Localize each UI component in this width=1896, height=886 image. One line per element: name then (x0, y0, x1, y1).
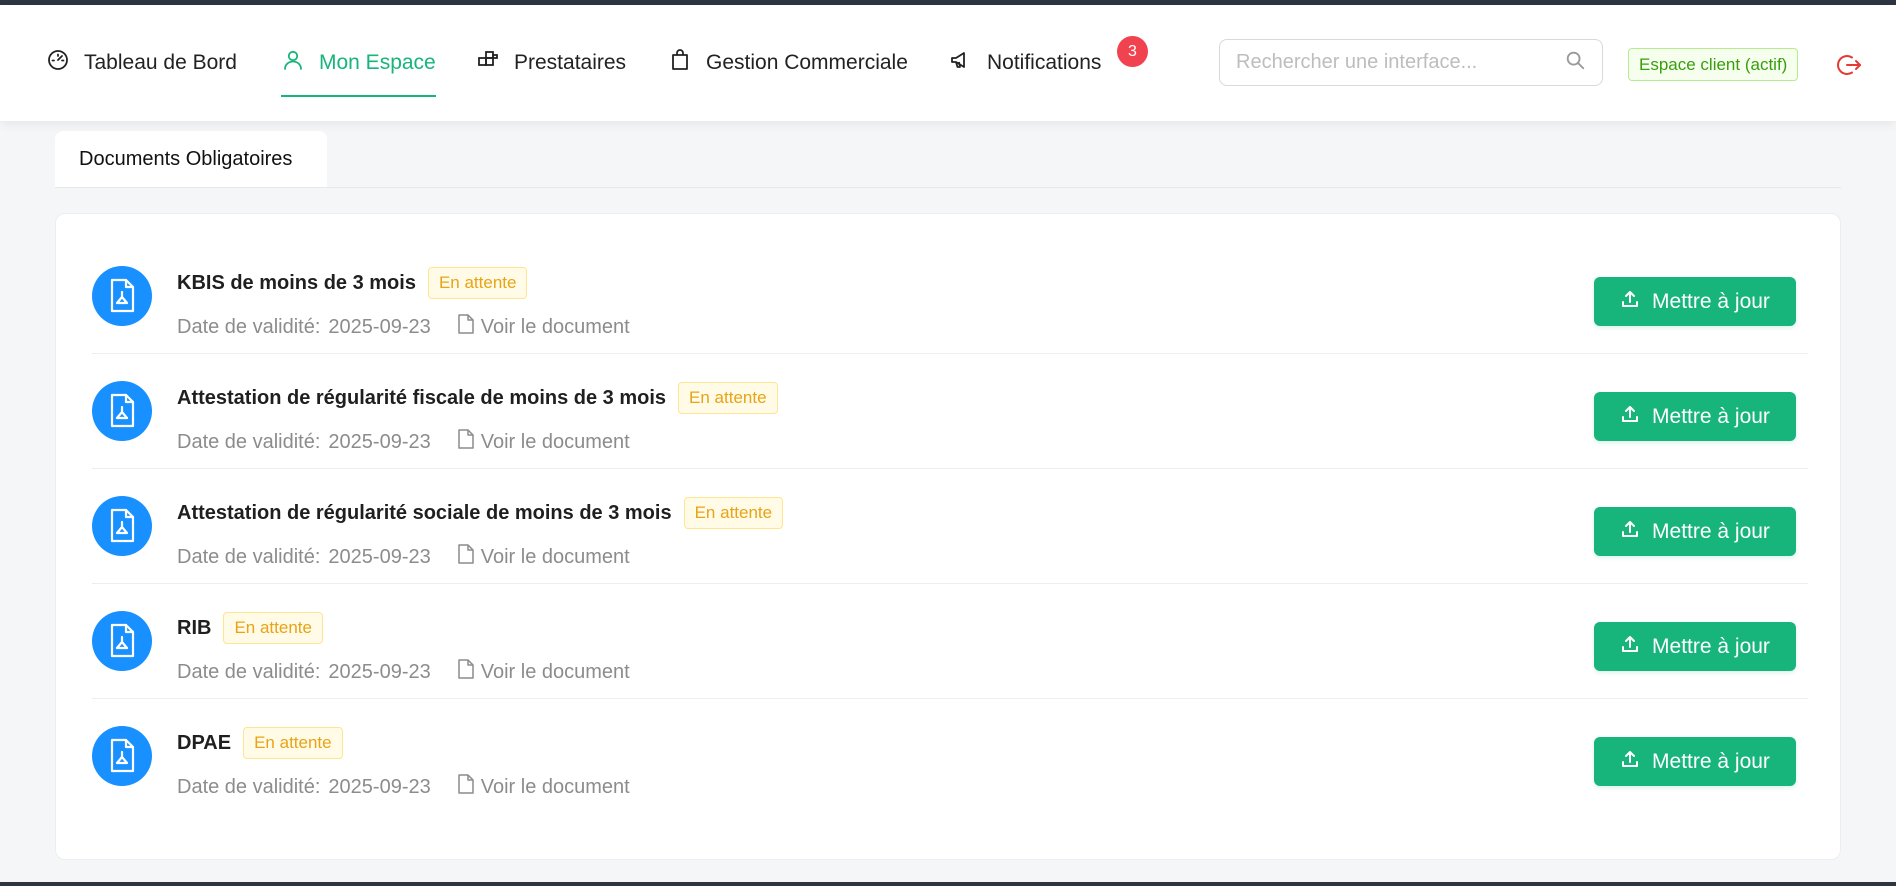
nav-label: Prestataires (514, 51, 627, 74)
update-document-button[interactable]: Mettre à jour (1594, 277, 1796, 326)
document-row: KBIS de moins de 3 mois En attente Date … (92, 239, 1808, 354)
view-document-label: Voir le document (480, 315, 630, 338)
update-label: Mettre à jour (1652, 749, 1770, 773)
pdf-file-icon (92, 496, 152, 556)
upload-icon (1620, 289, 1640, 315)
validity-date-value: 2025-09-23 (328, 660, 431, 683)
file-icon (457, 544, 475, 570)
nav-label: Mon Espace (319, 51, 436, 74)
view-document-label: Voir le document (480, 430, 630, 453)
update-label: Mettre à jour (1652, 634, 1770, 658)
update-document-button[interactable]: Mettre à jour (1594, 622, 1796, 671)
view-document-link[interactable]: Voir le document (457, 429, 630, 455)
validity-date-value: 2025-09-23 (328, 315, 431, 338)
document-title: DPAE (177, 731, 232, 754)
nav-label: Notifications (987, 51, 1102, 74)
document-row: Attestation de régularité fiscale de moi… (92, 354, 1808, 469)
tab-label: Documents Obligatoires (79, 147, 293, 170)
status-badge: En attente (678, 382, 778, 414)
blocks-icon (476, 48, 500, 78)
file-icon (457, 429, 475, 455)
validity-date-value: 2025-09-23 (328, 430, 431, 453)
view-document-label: Voir le document (480, 545, 630, 568)
update-label: Mettre à jour (1652, 519, 1770, 543)
validity-date-label: Date de validité: (177, 775, 321, 798)
view-document-link[interactable]: Voir le document (457, 314, 630, 340)
status-badge: En attente (243, 727, 343, 759)
bottom-window-strip (0, 882, 1896, 886)
tab-bar-divider (55, 187, 1841, 188)
view-document-link[interactable]: Voir le document (457, 659, 630, 685)
pdf-file-icon (92, 381, 152, 441)
file-icon (457, 659, 475, 685)
documents-panel: KBIS de moins de 3 mois En attente Date … (55, 213, 1841, 860)
nav-item-gestion-commerciale[interactable]: Gestion Commerciale (668, 5, 908, 121)
status-badge: En attente (683, 497, 784, 529)
client-space-tag: Espace client (actif) (1628, 48, 1799, 81)
document-row: Attestation de régularité sociale de moi… (92, 469, 1808, 584)
view-document-label: Voir le document (480, 660, 630, 683)
megaphone-icon (949, 48, 973, 78)
status-badge: En attente (223, 612, 323, 644)
search-icon[interactable] (1564, 49, 1586, 76)
view-document-link[interactable]: Voir le document (457, 544, 630, 570)
update-label: Mettre à jour (1652, 289, 1770, 313)
upload-icon (1620, 404, 1640, 430)
upload-icon (1620, 749, 1640, 775)
view-document-link[interactable]: Voir le document (457, 774, 630, 800)
top-navigation: Tableau de Bord Mon Espace Prestataires (0, 5, 1896, 121)
file-icon (457, 314, 475, 340)
document-title: RIB (177, 616, 212, 639)
search-field[interactable] (1219, 39, 1603, 86)
logout-icon[interactable] (1836, 52, 1862, 78)
upload-icon (1620, 634, 1640, 660)
nav-label: Gestion Commerciale (706, 51, 908, 74)
validity-date-label: Date de validité: (177, 545, 321, 568)
update-label: Mettre à jour (1652, 404, 1770, 428)
validity-date-label: Date de validité: (177, 430, 321, 453)
shopping-bag-icon (668, 48, 692, 78)
validity-date-label: Date de validité: (177, 315, 321, 338)
validity-date-value: 2025-09-23 (328, 775, 431, 798)
document-title: KBIS de moins de 3 mois (177, 271, 416, 294)
dashboard-icon (46, 48, 70, 78)
tab-documents-obligatoires[interactable]: Documents Obligatoires (55, 131, 327, 187)
pdf-file-icon (92, 611, 152, 671)
update-document-button[interactable]: Mettre à jour (1594, 392, 1796, 441)
document-title: Attestation de régularité fiscale de moi… (177, 386, 667, 409)
update-document-button[interactable]: Mettre à jour (1594, 507, 1796, 556)
upload-icon (1620, 519, 1640, 545)
document-row: RIB En attente Date de validité: 2025-09… (92, 584, 1808, 699)
notifications-count-badge: 3 (1117, 36, 1148, 67)
pdf-file-icon (92, 266, 152, 326)
nav-item-notifications[interactable]: Notifications (949, 5, 1101, 121)
search-input[interactable] (1236, 51, 1564, 74)
view-document-label: Voir le document (480, 775, 630, 798)
file-icon (457, 774, 475, 800)
nav-item-mon-espace[interactable]: Mon Espace (281, 5, 436, 121)
status-badge: En attente (427, 267, 528, 299)
user-icon (281, 48, 305, 78)
pdf-file-icon (92, 726, 152, 786)
nav-label: Tableau de Bord (84, 51, 237, 74)
nav-item-prestataires[interactable]: Prestataires (476, 5, 626, 121)
document-title: Attestation de régularité sociale de moi… (177, 501, 672, 524)
validity-date-label: Date de validité: (177, 660, 321, 683)
update-document-button[interactable]: Mettre à jour (1594, 737, 1796, 786)
nav-item-tableau-de-bord[interactable]: Tableau de Bord (46, 5, 237, 121)
document-row: DPAE En attente Date de validité: 2025-0… (92, 699, 1808, 814)
validity-date-value: 2025-09-23 (328, 545, 431, 568)
